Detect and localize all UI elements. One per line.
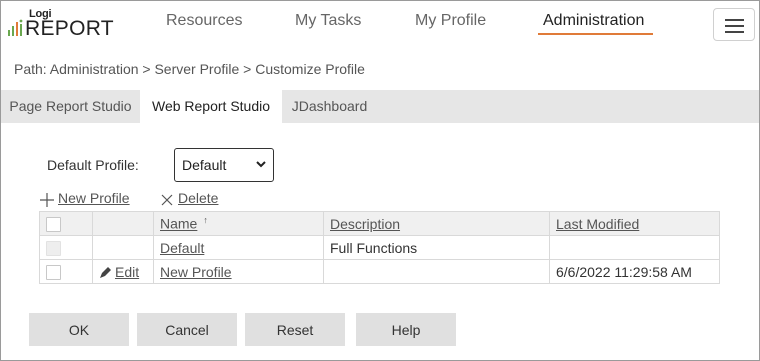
hamburger-icon-bar — [725, 25, 744, 27]
help-button[interactable]: Help — [356, 313, 456, 346]
cancel-button[interactable]: Cancel — [137, 313, 237, 346]
breadcrumb: Path: Administration > Server Profile > … — [14, 61, 365, 77]
row-checkbox — [46, 240, 61, 256]
column-description-label[interactable]: Description — [330, 216, 400, 232]
row-select-cell — [39, 235, 93, 260]
edit-link[interactable]: Edit — [115, 264, 139, 280]
column-name-label[interactable]: Name — [160, 216, 197, 232]
nav-my-tasks[interactable]: My Tasks — [295, 12, 361, 30]
logo-big-text: REPORT — [25, 17, 114, 40]
row-description-cell — [323, 259, 550, 284]
row-description-cell: Full Functions — [323, 235, 550, 260]
row-name-cell: Default — [153, 235, 324, 260]
tab-web-report-studio[interactable]: Web Report Studio — [140, 90, 282, 123]
window-frame — [0, 0, 760, 361]
close-icon[interactable] — [160, 193, 174, 207]
ok-button[interactable]: OK — [29, 313, 129, 346]
select-all-checkbox[interactable] — [46, 216, 61, 232]
tab-page-report-studio[interactable]: Page Report Studio — [1, 90, 140, 123]
profile-table: Name ↑ Description Last Modified Default … — [39, 211, 720, 284]
row-last-modified-cell — [549, 235, 720, 260]
hamburger-icon — [725, 19, 744, 21]
table-row: Edit New Profile 6/6/2022 11:29:58 AM — [39, 259, 720, 284]
profile-name-link[interactable]: New Profile — [160, 264, 232, 280]
pencil-icon[interactable] — [99, 266, 112, 279]
edit-column-header — [92, 211, 154, 236]
row-edit-cell: Edit — [92, 259, 154, 284]
logo-bars-icon — [8, 19, 23, 36]
menu-button[interactable] — [713, 8, 755, 41]
default-profile-select[interactable]: Default — [174, 148, 274, 182]
nav-my-profile[interactable]: My Profile — [415, 12, 486, 30]
logo[interactable]: Logi REPORT — [8, 8, 114, 40]
plus-icon[interactable] — [40, 193, 54, 207]
reset-button[interactable]: Reset — [245, 313, 345, 346]
column-header-name[interactable]: Name ↑ — [153, 211, 324, 236]
chevron-down-icon — [256, 161, 266, 168]
table-row: Default Full Functions — [39, 235, 720, 260]
table-header-row: Name ↑ Description Last Modified — [39, 211, 720, 236]
tab-bar: Page Report Studio Web Report Studio JDa… — [1, 90, 759, 123]
new-profile-link[interactable]: New Profile — [58, 190, 130, 206]
column-header-description[interactable]: Description — [323, 211, 550, 236]
tab-jdashboard[interactable]: JDashboard — [282, 90, 377, 123]
nav-administration[interactable]: Administration — [543, 12, 644, 30]
column-header-last-modified[interactable]: Last Modified — [549, 211, 720, 236]
default-profile-label: Default Profile: — [47, 157, 139, 173]
row-last-modified-cell: 6/6/2022 11:29:58 AM — [549, 259, 720, 284]
sort-ascending-icon: ↑ — [203, 215, 208, 226]
row-name-cell: New Profile — [153, 259, 324, 284]
column-last-modified-label[interactable]: Last Modified — [556, 216, 639, 232]
row-checkbox[interactable] — [46, 264, 61, 280]
default-profile-value: Default — [182, 157, 227, 173]
select-all-cell — [39, 211, 93, 236]
delete-link[interactable]: Delete — [178, 190, 218, 206]
row-select-cell — [39, 259, 93, 284]
profile-name-link[interactable]: Default — [160, 240, 204, 256]
row-edit-cell — [92, 235, 154, 260]
nav-resources[interactable]: Resources — [166, 12, 242, 30]
hamburger-icon-bar — [725, 31, 744, 33]
active-nav-indicator — [538, 33, 653, 35]
